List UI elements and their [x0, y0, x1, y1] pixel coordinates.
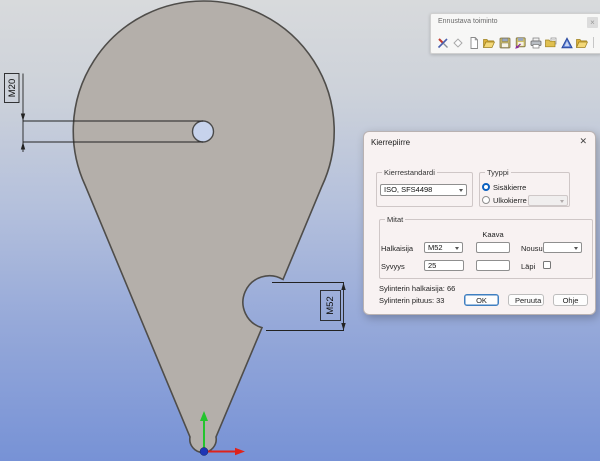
close-icon: ×: [590, 19, 595, 27]
diameter-value: M52: [428, 243, 443, 252]
pitch-select[interactable]: [543, 242, 582, 253]
depth-value: 25: [428, 261, 436, 270]
pitch-label: Nousu: [521, 244, 543, 253]
diameter-select[interactable]: M52: [424, 242, 463, 253]
through-label: Läpi: [521, 262, 535, 271]
open-folder-icon[interactable]: [483, 36, 496, 49]
toolbar-separator: [593, 37, 594, 48]
folder-page-icon[interactable]: [545, 36, 558, 49]
diameter-label: Halkaisija: [381, 244, 413, 253]
predictive-tool-icon[interactable]: [436, 36, 449, 49]
chevron-down-icon: [574, 247, 578, 250]
dimensions-group-label: Mitat: [385, 215, 405, 224]
external-thread-label: Ulkokierre: [493, 196, 527, 205]
thread-feature-dialog: Kierrepiirre ✕ Kierrestandardi ISO, SFS4…: [363, 131, 596, 315]
new-document-icon[interactable]: [467, 36, 480, 49]
thread-type-group-label: Tyyppi: [485, 168, 511, 177]
external-thread-select[interactable]: [528, 195, 568, 206]
toolbar-icon-row: ⚙: [436, 36, 600, 49]
diameter-formula-input[interactable]: [476, 242, 510, 253]
thread-standard-value: ISO, SFS4498: [384, 185, 432, 194]
save-icon[interactable]: [498, 36, 511, 49]
triangle-icon[interactable]: [560, 36, 573, 49]
tag-icon[interactable]: [452, 36, 465, 49]
chevron-down-icon: [455, 247, 459, 250]
m52-dimension-label[interactable]: M52: [325, 296, 336, 314]
cylinder-diameter-info: Sylinterin halkaisija: 66: [379, 284, 455, 293]
toolbar-title: Ennustava toiminto: [438, 18, 498, 25]
part-hole[interactable]: [193, 121, 214, 142]
internal-thread-label: Sisäkierre: [493, 183, 526, 192]
ok-button[interactable]: OK: [464, 294, 499, 306]
part-outline[interactable]: [73, 1, 334, 452]
print-icon[interactable]: [529, 36, 542, 49]
m20-dimension-label[interactable]: M20: [7, 79, 18, 97]
through-checkbox[interactable]: [543, 261, 551, 269]
external-thread-radio[interactable]: [482, 196, 490, 204]
chevron-down-icon: [459, 189, 463, 192]
dialog-title: Kierrepiirre: [371, 138, 410, 147]
thread-standard-select[interactable]: ISO, SFS4498: [380, 184, 467, 196]
depth-label: Syvyys: [381, 262, 405, 271]
thread-standard-group-label: Kierrestandardi: [382, 168, 437, 177]
dialog-close-button[interactable]: ✕: [579, 136, 587, 147]
cancel-button[interactable]: Peruuta: [508, 294, 544, 306]
help-button[interactable]: Ohje: [553, 294, 588, 306]
predictive-toolbar: Ennustava toiminto ×: [430, 13, 600, 54]
depth-input[interactable]: 25: [424, 260, 464, 271]
cylinder-length-info: Sylinterin pituus: 33: [379, 296, 444, 305]
toolbar-close-button[interactable]: ×: [587, 17, 598, 28]
save-as-icon[interactable]: [514, 36, 527, 49]
cad-viewport: M20 M52 Ennustava toiminto ×: [0, 0, 600, 461]
folder-open-icon[interactable]: [576, 36, 589, 49]
formula-column-label: Kaava: [476, 230, 510, 239]
internal-thread-radio[interactable]: [482, 183, 490, 191]
depth-formula-input[interactable]: [476, 260, 510, 271]
m52-dimension[interactable]: M52: [266, 283, 346, 331]
origin-point: [200, 448, 208, 456]
chevron-down-icon: [560, 200, 564, 203]
